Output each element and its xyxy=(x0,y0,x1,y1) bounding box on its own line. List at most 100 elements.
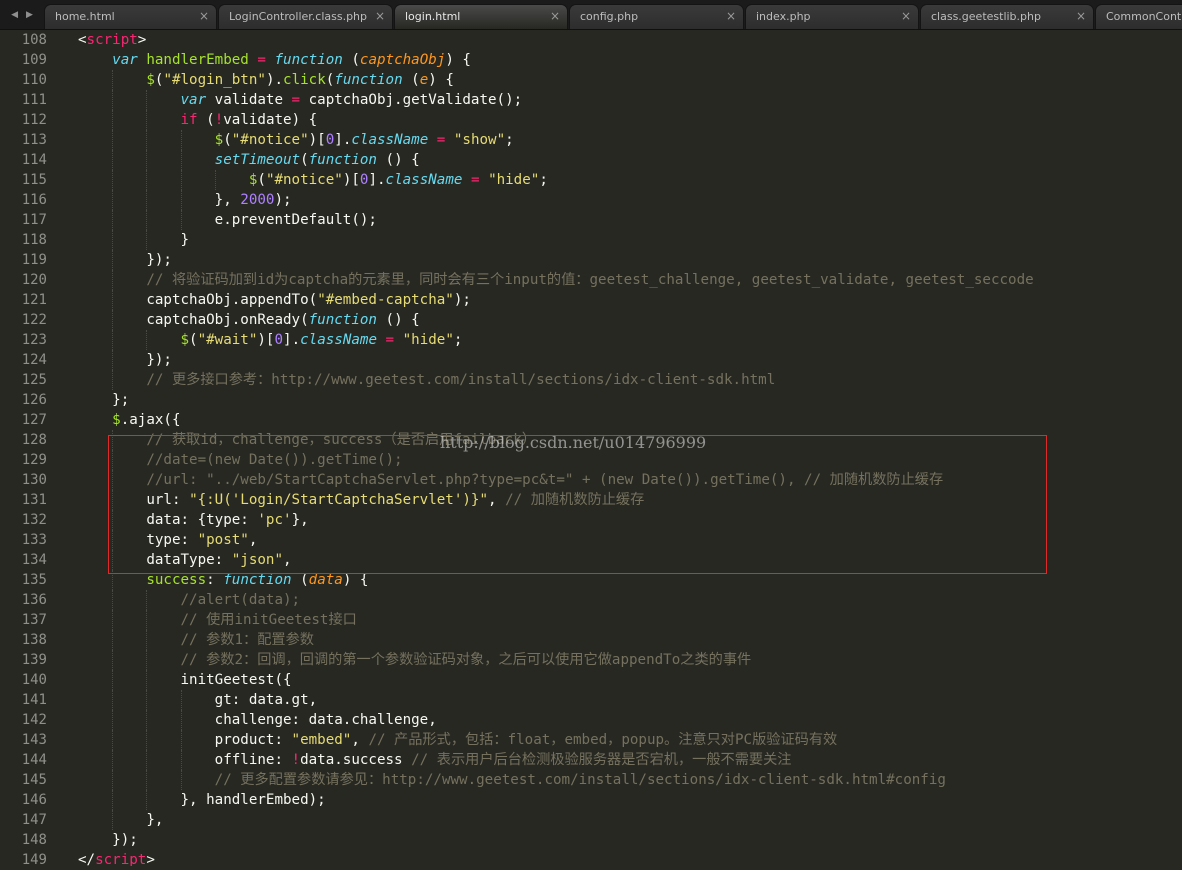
tab-7[interactable]: CommonContro xyxy=(1095,4,1182,29)
line-number: 110 xyxy=(21,72,47,88)
tab-scroll-right-icon[interactable]: ▶ xyxy=(26,10,33,20)
code-line[interactable]: // 将验证码加到id为captcha的元素里，同时会有三个input的值：ge… xyxy=(78,270,1182,290)
indent-guide xyxy=(112,350,114,370)
code-line[interactable]: var handlerEmbed = function (captchaObj)… xyxy=(78,50,1182,70)
code-token: var xyxy=(112,52,138,68)
code-line[interactable]: setTimeout(function () { xyxy=(78,150,1182,170)
code-token: success xyxy=(146,572,207,588)
code-token: "json" xyxy=(231,552,284,568)
tab-6[interactable]: class.geetestlib.php × xyxy=(920,4,1094,29)
code-line[interactable]: initGeetest({ xyxy=(78,670,1182,690)
line-number: 126 xyxy=(21,392,47,408)
code-line[interactable]: $("#notice")[0].className = "hide"; xyxy=(78,170,1182,190)
tab-close-icon[interactable]: × xyxy=(901,5,911,28)
indent-guide xyxy=(112,210,114,230)
code-line[interactable]: // 参数2：回调，回调的第一个参数验证码对象，之后可以使用它做appendTo… xyxy=(78,650,1182,670)
code-line[interactable]: }, xyxy=(78,810,1182,830)
tab-5[interactable]: index.php × xyxy=(745,4,919,29)
code-token: captchaObj.appendTo( xyxy=(146,292,318,308)
code-line[interactable]: data: {type: 'pc'}, xyxy=(78,510,1182,530)
code-line[interactable]: url: "{:U('Login/StartCaptchaServlet')}"… xyxy=(78,490,1182,510)
code-line[interactable]: $.ajax({ xyxy=(78,410,1182,430)
code-token: function xyxy=(223,572,292,588)
tab-4[interactable]: config.php × xyxy=(569,4,744,29)
code-line[interactable]: $("#wait")[0].className = "hide"; xyxy=(78,330,1182,350)
code-line[interactable]: gt: data.gt, xyxy=(78,690,1182,710)
code-token: ( xyxy=(257,172,266,188)
indent-guide xyxy=(146,170,148,190)
code-line[interactable]: // 更多配置参数请参见：http://www.geetest.com/inst… xyxy=(78,770,1182,790)
code-token: : xyxy=(206,572,224,588)
code-line[interactable]: offline: !data.success // 表示用户后台检测极验服务器是… xyxy=(78,750,1182,770)
tab-scroll-left-icon[interactable]: ◀ xyxy=(11,10,18,20)
code-line[interactable]: //alert(data); xyxy=(78,590,1182,610)
code-token: validate) { xyxy=(223,112,318,128)
code-token: captchaObj.getValidate(); xyxy=(300,92,523,108)
tab-label: login.html xyxy=(405,10,461,23)
code-line[interactable]: }); xyxy=(78,350,1182,370)
tab-2[interactable]: LoginController.class.php × xyxy=(218,4,393,29)
code-line[interactable]: $("#notice")[0].className = "show"; xyxy=(78,130,1182,150)
code-token: ( xyxy=(325,72,335,88)
code-line[interactable]: <script> xyxy=(78,30,1182,50)
code-line[interactable]: }); xyxy=(78,250,1182,270)
code-line[interactable]: if (!validate) { xyxy=(78,110,1182,130)
code-token: //alert(data); xyxy=(180,592,301,608)
code-token: ) { xyxy=(445,52,471,68)
tab-1[interactable]: home.html × xyxy=(44,4,217,29)
code-line[interactable]: }); xyxy=(78,830,1182,850)
code-token: click xyxy=(283,72,326,88)
code-line[interactable]: success: function (data) { xyxy=(78,570,1182,590)
tab-close-icon[interactable]: × xyxy=(199,5,209,28)
tab-3[interactable]: login.html × xyxy=(394,4,568,29)
code-line[interactable]: captchaObj.onReady(function () { xyxy=(78,310,1182,330)
code-token: gt: data.gt, xyxy=(214,692,318,708)
line-number: 147 xyxy=(21,812,47,828)
code-line[interactable]: // 更多接口参考：http://www.geetest.com/install… xyxy=(78,370,1182,390)
code-token: $ xyxy=(214,132,224,148)
code-line[interactable]: }; xyxy=(78,390,1182,410)
code-token: , xyxy=(283,552,292,568)
code-line[interactable]: e.preventDefault(); xyxy=(78,210,1182,230)
code-line[interactable]: }, 2000); xyxy=(78,190,1182,210)
code-token: type: xyxy=(146,532,198,548)
code-line[interactable]: // 参数1：配置参数 xyxy=(78,630,1182,650)
code-line[interactable]: var validate = captchaObj.getValidate(); xyxy=(78,90,1182,110)
code-line[interactable]: //date=(new Date()).getTime(); xyxy=(78,450,1182,470)
code-line[interactable]: } xyxy=(78,230,1182,250)
tab-close-icon[interactable]: × xyxy=(726,5,736,28)
tab-close-icon[interactable]: × xyxy=(1076,5,1086,28)
indent-guide xyxy=(180,690,182,710)
code-token: ); xyxy=(453,292,471,308)
line-number: 135 xyxy=(21,572,47,588)
indent-guide xyxy=(112,510,114,530)
code-line[interactable]: $("#login_btn").click(function (e) { xyxy=(78,70,1182,90)
tab-close-icon[interactable]: × xyxy=(375,5,385,28)
code-line[interactable]: dataType: "json", xyxy=(78,550,1182,570)
code-token: ) { xyxy=(342,572,369,588)
line-number: 146 xyxy=(21,792,47,808)
indent-guide xyxy=(112,690,114,710)
code-token: }); xyxy=(146,252,172,268)
code-token: 'pc' xyxy=(257,512,292,528)
code-line[interactable]: </script> xyxy=(78,850,1182,866)
code-token: // 加随机数防止缓存 xyxy=(505,492,645,508)
line-number: 132 xyxy=(21,512,47,528)
line-number: 142 xyxy=(21,712,47,728)
code-line[interactable]: challenge: data.challenge, xyxy=(78,710,1182,730)
code-line[interactable]: captchaObj.appendTo("#embed-captcha"); xyxy=(78,290,1182,310)
line-number: 114 xyxy=(21,152,47,168)
tab-close-icon[interactable]: × xyxy=(550,5,560,28)
code-line[interactable]: }, handlerEmbed); xyxy=(78,790,1182,810)
indent-guide xyxy=(112,470,114,490)
code-token: ( xyxy=(291,572,309,588)
code-line[interactable]: product: "embed", // 产品形式，包括：float，embed… xyxy=(78,730,1182,750)
code-line[interactable]: // 使用initGeetest接口 xyxy=(78,610,1182,630)
line-number: 128 xyxy=(21,432,47,448)
code-line[interactable]: //url: "../web/StartCaptchaServlet.php?t… xyxy=(78,470,1182,490)
code-line[interactable]: type: "post", xyxy=(78,530,1182,550)
